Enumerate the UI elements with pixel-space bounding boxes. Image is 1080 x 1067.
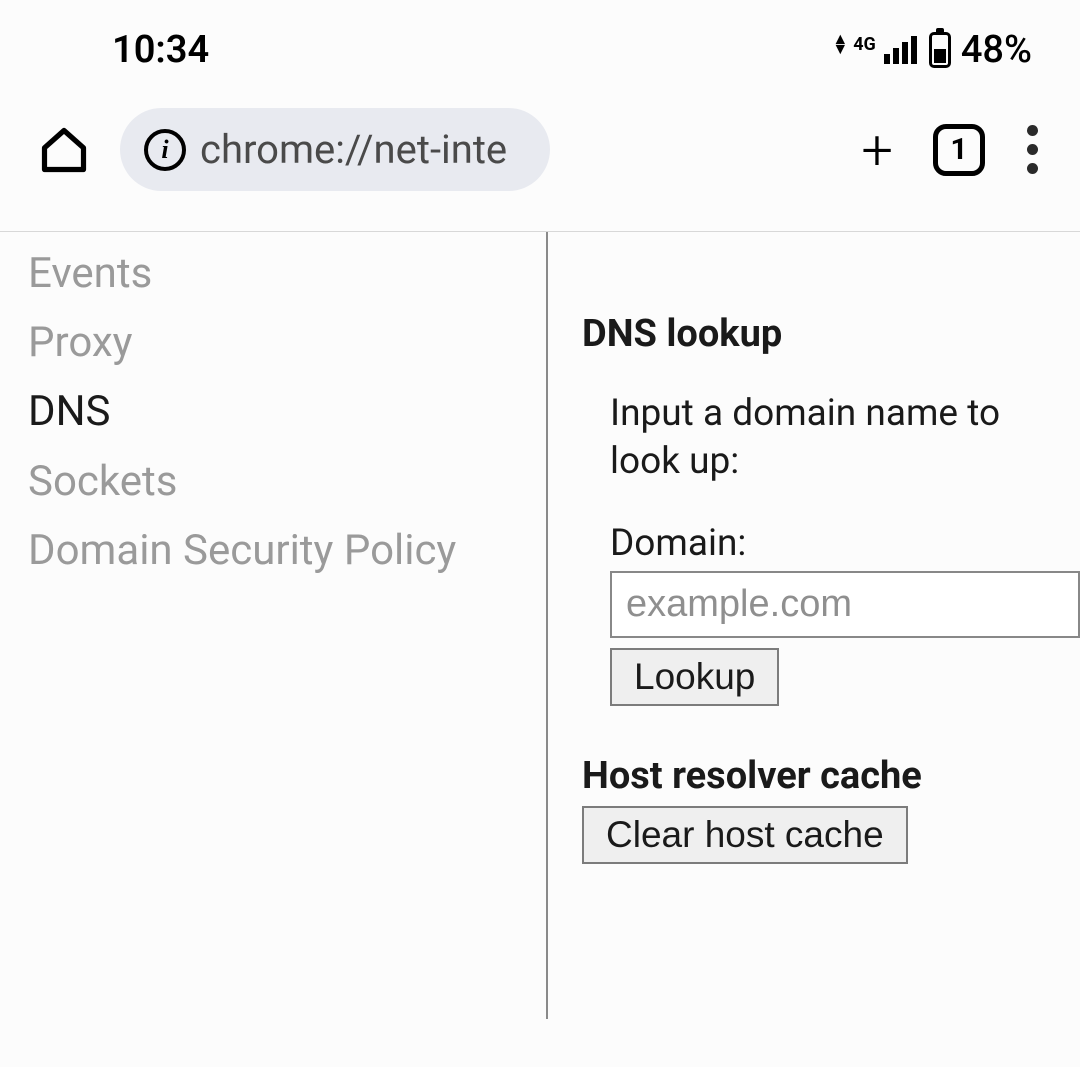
dot-icon (1027, 144, 1038, 155)
home-button[interactable] (36, 122, 92, 178)
sidebar-item-sockets[interactable]: Sockets (28, 448, 546, 515)
data-arrows-icon: ▲▼ (832, 34, 848, 54)
dns-lookup-instruction: Input a domain name to look up: (610, 390, 1050, 486)
sidebar-item-events[interactable]: Events (28, 240, 546, 307)
network-type-label: 4G (853, 34, 876, 55)
sidebar-item-dns[interactable]: DNS (28, 378, 546, 445)
domain-input[interactable] (610, 571, 1080, 638)
battery-percentage: 48% (961, 28, 1032, 72)
tab-switcher-button[interactable]: 1 (933, 124, 985, 176)
dns-lookup-section: Input a domain name to look up: Domain: … (582, 390, 1080, 706)
address-bar[interactable]: i chrome://net-inte (120, 108, 550, 191)
dot-icon (1027, 163, 1038, 174)
dot-icon (1027, 125, 1038, 136)
signal-icon (884, 36, 917, 64)
sidebar: Events Proxy DNS Sockets Domain Security… (0, 232, 548, 1019)
url-text: chrome://net-inte (200, 126, 507, 173)
main-panel: DNS lookup Input a domain name to look u… (548, 232, 1080, 1019)
page-content: Events Proxy DNS Sockets Domain Security… (0, 232, 1080, 1019)
dns-lookup-heading: DNS lookup (582, 312, 1080, 356)
sidebar-item-proxy[interactable]: Proxy (28, 309, 546, 376)
lookup-button[interactable]: Lookup (610, 648, 779, 706)
battery-icon (929, 32, 951, 68)
menu-button[interactable] (1013, 125, 1052, 174)
tab-count-label: 1 (950, 132, 967, 167)
sidebar-item-domain-security-policy[interactable]: Domain Security Policy (28, 517, 546, 584)
clear-host-cache-button[interactable]: Clear host cache (582, 806, 908, 864)
browser-toolbar: i chrome://net-inte + 1 (0, 84, 1080, 232)
site-info-icon[interactable]: i (144, 129, 186, 171)
status-bar: 10:34 ▲▼ 4G 48% (0, 0, 1080, 84)
host-cache-heading: Host resolver cache (582, 754, 1080, 798)
status-time: 10:34 (112, 28, 209, 72)
home-icon (38, 124, 90, 176)
domain-field-label: Domain: (610, 522, 1080, 565)
new-tab-button[interactable]: + (849, 122, 905, 178)
status-right: ▲▼ 4G 48% (832, 28, 1032, 72)
